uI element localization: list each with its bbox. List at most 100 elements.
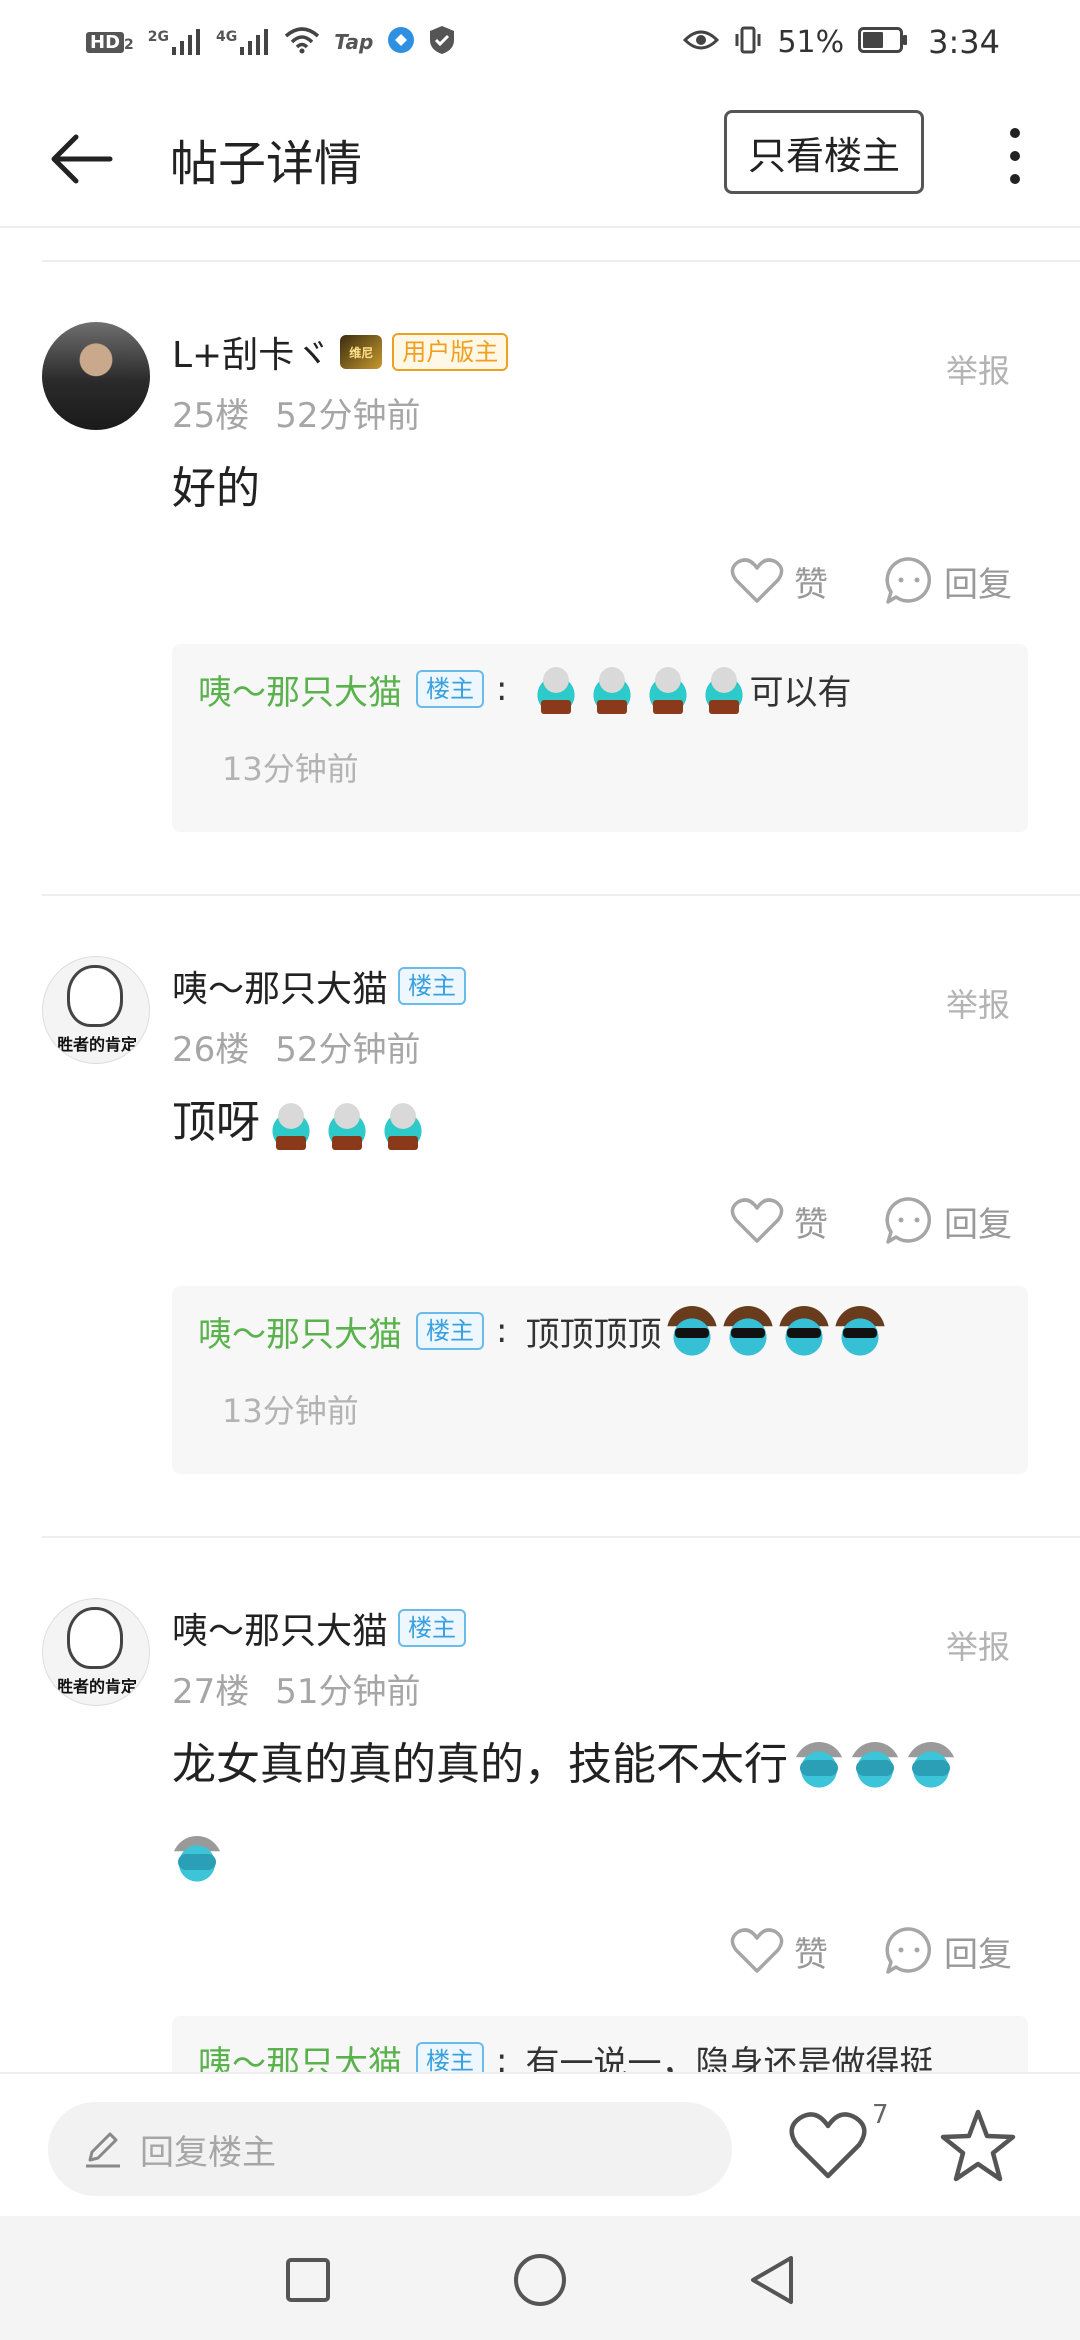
back-button[interactable]: [44, 122, 118, 196]
heart-icon: [789, 2112, 867, 2179]
like-button[interactable]: 赞: [730, 1197, 828, 1246]
avatar[interactable]: [42, 322, 150, 430]
home-button[interactable]: [510, 2250, 570, 2310]
status-bar-left: HD 2 2G 4G Tap: [86, 25, 455, 59]
hd-icon: HD 2: [86, 31, 134, 53]
more-vertical-icon: [1010, 128, 1020, 139]
owner-tag: 楼主: [398, 1609, 467, 1647]
sub-reply-box[interactable]: 咦～那只大猫 楼主 : 可以有 13分钟前: [172, 644, 1028, 832]
post-detail-screen: HD 2 2G 4G Tap 51% 3:34 帖子详情 只看楼主 L+刮卡ヾ …: [0, 0, 1080, 2340]
comment-time: 52分钟前: [275, 396, 421, 436]
elf-emoji-icon: [699, 664, 750, 714]
favorite-button[interactable]: [940, 2108, 1016, 2184]
facepalm-emoji-icon: [850, 1742, 900, 1792]
pencil-icon: [86, 2132, 120, 2168]
more-options-button[interactable]: [990, 114, 1040, 198]
bottom-action-bar: 回复楼主 7: [0, 2072, 1080, 2216]
divider: [42, 894, 1080, 896]
page-title: 帖子详情: [170, 136, 363, 192]
like-button[interactable]: 赞: [730, 1927, 828, 1976]
square-icon: [286, 2258, 330, 2302]
reply-button[interactable]: 回复: [884, 556, 1012, 606]
wifi-icon: [284, 26, 320, 58]
comment-meta: 26楼 52分钟前: [172, 1022, 421, 1071]
facepalm-emoji-icon: [906, 1742, 956, 1792]
sub-reply-time: 13分钟前: [222, 750, 359, 788]
sunglasses-emoji-icon: [835, 1306, 886, 1356]
clock: 3:34: [928, 23, 1000, 61]
meme-face-icon: [67, 1607, 123, 1669]
like-post-button[interactable]: [788, 2110, 868, 2184]
recent-apps-button[interactable]: [278, 2250, 338, 2310]
avatar[interactable]: 胜者的肯定: [42, 956, 150, 1064]
divider: [42, 260, 1080, 262]
elf-emoji-icon: [266, 1100, 316, 1150]
owner-tag: 楼主: [416, 670, 484, 708]
owner-tag: 楼主: [416, 1312, 484, 1350]
comment-meta: 25楼 52分钟前: [172, 388, 421, 437]
divider: [42, 1536, 1080, 1538]
signal-4g-icon: 4G: [216, 29, 270, 55]
triangle-back-icon: [751, 2256, 793, 2304]
star-icon: [940, 2109, 1016, 2182]
comment-actions: 赞 回复: [730, 1196, 1012, 1246]
username[interactable]: L+刮卡ヾ: [172, 326, 330, 378]
sub-reply-author[interactable]: 咦～那只大猫: [198, 665, 402, 714]
elf-emoji-icon: [531, 664, 582, 714]
sub-reply-text: 顶顶顶顶: [525, 1314, 662, 1355]
floor-number: 26楼: [172, 1030, 250, 1070]
elf-emoji-icon: [322, 1100, 372, 1150]
reply-button[interactable]: 回复: [884, 1196, 1012, 1246]
heart-icon: [730, 1198, 784, 1243]
elf-emoji-icon: [643, 664, 694, 714]
sub-reply: 咦～那只大猫 楼主 : 顶顶顶顶: [198, 1306, 886, 1356]
sub-reply-author[interactable]: 咦～那只大猫: [198, 1307, 402, 1356]
sunglasses-emoji-icon: [723, 1306, 774, 1356]
status-bar: HD 2 2G 4G Tap 51% 3:34: [0, 0, 1080, 84]
system-nav-bar: [0, 2216, 1080, 2340]
facepalm-emoji-icon: [172, 1836, 222, 1886]
vibrate-icon: [733, 25, 763, 59]
comment-actions: 赞 回复: [730, 556, 1012, 606]
comment-content: 龙女真的真的真的，技能不太行: [172, 1718, 1032, 1906]
comment-bubble-icon: [885, 557, 932, 604]
report-link[interactable]: 举报: [946, 346, 1010, 392]
reply-owner-input[interactable]: 回复楼主: [48, 2102, 732, 2196]
arrow-left-icon: [51, 134, 113, 184]
report-link[interactable]: 举报: [946, 1622, 1010, 1668]
battery-icon: [858, 27, 908, 57]
like-button[interactable]: 赞: [730, 557, 828, 606]
owner-tag: 楼主: [398, 967, 467, 1005]
heart-icon: [730, 558, 784, 603]
comment-actions: 赞 回复: [730, 1926, 1012, 1976]
comment-content: 顶呀: [172, 1076, 1032, 1170]
only-view-owner-button[interactable]: 只看楼主: [724, 110, 924, 194]
circle-icon: [514, 2254, 566, 2306]
status-bar-right: 51% 3:34: [683, 23, 1000, 61]
sub-reply-box[interactable]: 咦～那只大猫 楼主 : 顶顶顶顶 13分钟前: [172, 1286, 1028, 1474]
floor-number: 27楼: [172, 1672, 250, 1712]
avatar[interactable]: 胜者的肯定: [42, 1598, 150, 1706]
reply-button[interactable]: 回复: [884, 1926, 1012, 1976]
username[interactable]: 咦～那只大猫: [172, 960, 388, 1012]
moderator-tag: 用户版主: [392, 333, 509, 371]
report-link[interactable]: 举报: [946, 980, 1010, 1026]
sunglasses-emoji-icon: [667, 1306, 718, 1356]
signal-2g-icon: 2G: [148, 29, 202, 55]
app-header: 帖子详情 只看楼主: [0, 84, 1080, 228]
comment-bubble-icon: [885, 1927, 932, 1974]
shield-icon: [429, 25, 455, 59]
tap-icon: Tap: [334, 30, 374, 54]
comment-content: 好的: [172, 463, 260, 514]
username[interactable]: 咦～那只大猫: [172, 1602, 388, 1654]
battery-percent: 51%: [777, 24, 845, 60]
sub-reply-text: 可以有: [749, 672, 852, 713]
comment-time: 52分钟前: [275, 1030, 421, 1070]
back-nav-button[interactable]: [742, 2250, 802, 2310]
eye-icon: [683, 28, 720, 56]
comment-bubble-icon: [885, 1197, 932, 1244]
elf-emoji-icon: [587, 664, 638, 714]
comment-time: 51分钟前: [275, 1672, 421, 1712]
sub-reply-time: 13分钟前: [222, 1392, 359, 1430]
app-icon: [387, 26, 415, 58]
